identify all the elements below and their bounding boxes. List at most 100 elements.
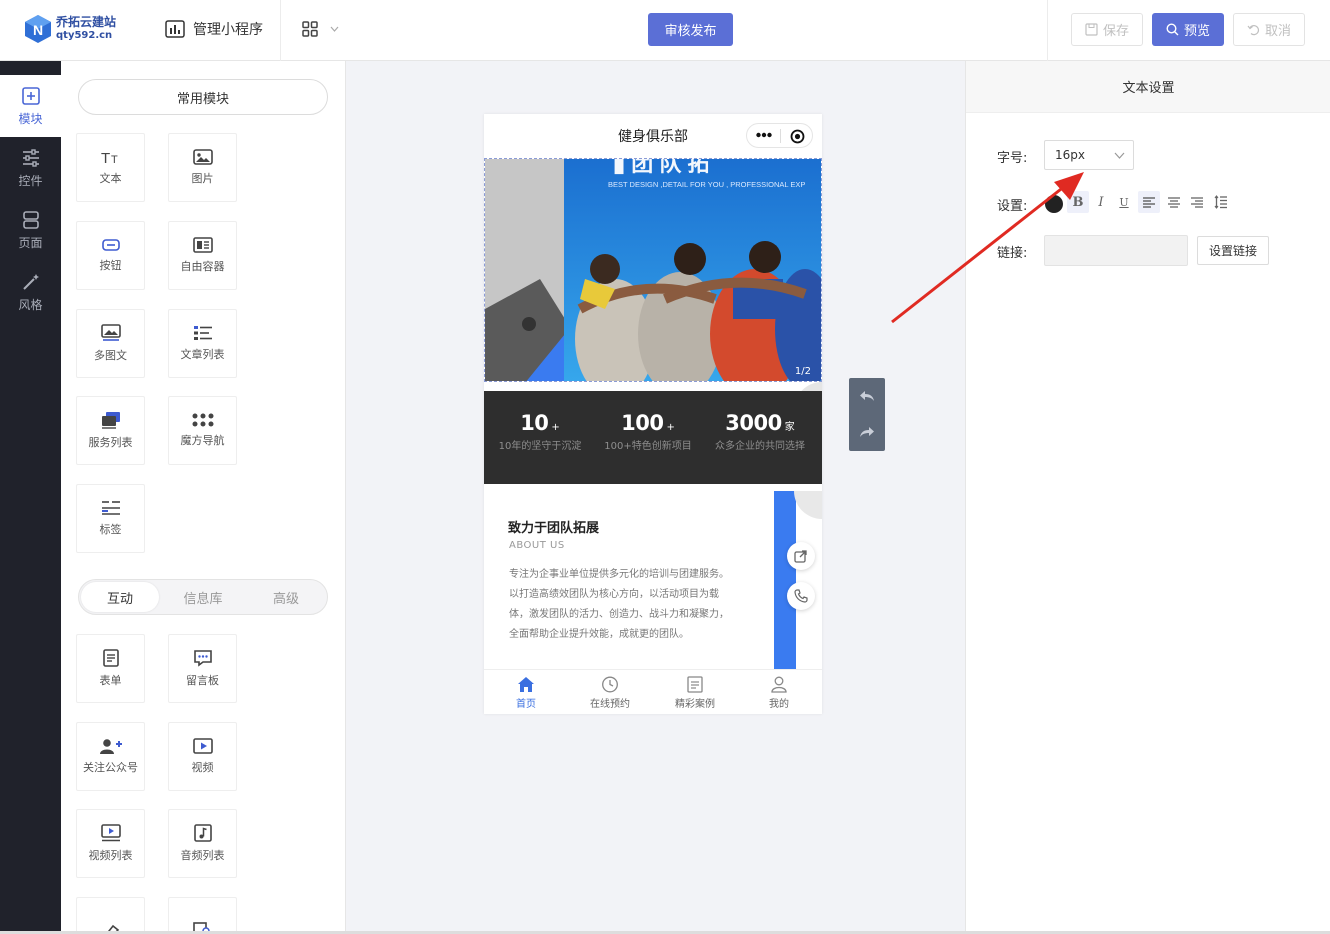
- module-multi-image-text[interactable]: 多图文: [76, 309, 145, 378]
- manage-mini-program-button[interactable]: 管理小程序: [165, 19, 263, 39]
- close-circle-icon: [790, 129, 805, 144]
- chevron-down-icon: [330, 26, 339, 32]
- module-category-tabs: 互动 信息库 高级: [78, 579, 328, 615]
- module-video[interactable]: 视频: [168, 722, 237, 791]
- module-partial-tile[interactable]: [168, 897, 237, 934]
- module-follow-account[interactable]: 关注公众号: [76, 722, 145, 791]
- about-line: 以打造高绩效团队为核心方向，以活动项目为载: [509, 589, 719, 600]
- top-bar: N 乔拓云建站 qty592.cn 管理小程序 审核发布 保存 预览 取消: [0, 0, 1330, 61]
- tab-online-booking[interactable]: 在线预约: [570, 676, 650, 710]
- drag-handle[interactable]: [794, 491, 822, 519]
- rail-item-controls[interactable]: 控件: [0, 137, 61, 199]
- module-audio-list[interactable]: 音频列表: [168, 809, 237, 878]
- module-label: 按钮: [99, 259, 122, 272]
- about-line: 专注为企事业单位提供多元化的培训与团建服务。: [509, 569, 729, 580]
- rail-item-modules[interactable]: 模块: [0, 75, 61, 137]
- module-service-list[interactable]: 服务列表: [76, 396, 145, 465]
- module-form[interactable]: 表单: [76, 634, 145, 703]
- user-icon: [771, 676, 787, 693]
- call-button[interactable]: [787, 582, 815, 610]
- module-video-list[interactable]: 视频列表: [76, 809, 145, 878]
- tab-advanced[interactable]: 高级: [247, 582, 325, 612]
- brand-domain: qty592.cn: [56, 30, 113, 41]
- tab-home[interactable]: 首页: [486, 676, 566, 710]
- article-list-icon: [193, 326, 212, 340]
- document-icon: [687, 676, 703, 693]
- module-tag[interactable]: 标签: [76, 484, 145, 553]
- undo-icon: [1247, 25, 1260, 36]
- module-label: 自由容器: [180, 260, 225, 273]
- search-icon: [1166, 23, 1179, 36]
- rail-item-style[interactable]: 风格: [0, 261, 61, 323]
- module-free-container[interactable]: 自由容器: [168, 221, 237, 290]
- capsule-divider: [780, 129, 781, 143]
- apps-menu-button[interactable]: [302, 21, 339, 37]
- svg-text:▮ 团 队 拓: ▮ 团 队 拓: [613, 159, 709, 176]
- module-cube-nav[interactable]: 魔方导航: [168, 396, 237, 465]
- tab-info-library[interactable]: 信息库: [164, 582, 242, 612]
- tag-icon: [101, 501, 120, 515]
- cancel-button[interactable]: 取消: [1233, 13, 1305, 46]
- module-image[interactable]: 图片: [168, 133, 237, 202]
- set-link-button[interactable]: 设置链接: [1197, 236, 1269, 265]
- preview-label: 预览: [1183, 24, 1210, 39]
- module-label: 魔方导航: [180, 434, 225, 447]
- underline-button[interactable]: U: [1113, 191, 1135, 213]
- rail-item-label: 风格: [18, 297, 43, 312]
- history-controls: [849, 378, 885, 451]
- line-height-button[interactable]: [1210, 191, 1232, 213]
- common-modules-header[interactable]: 常用模块: [78, 79, 328, 115]
- sliders-icon: [22, 148, 39, 167]
- module-panel: 常用模块 TT 文本 图片 按钮 自由容器 多图文 文章列表 服务列表 魔方导航…: [61, 61, 346, 934]
- module-partial-tile[interactable]: [76, 897, 145, 934]
- about-section[interactable]: 致力于团队拓展 ABOUT US 专注为企事业单位提供多元化的培训与团建服务。 …: [484, 491, 822, 669]
- preview-button[interactable]: 预览: [1152, 13, 1224, 46]
- form-icon: [102, 649, 119, 667]
- module-label: 图片: [191, 172, 214, 185]
- module-message-board[interactable]: 留言板: [168, 634, 237, 703]
- apps-grid-icon: [302, 21, 318, 37]
- svg-text:N: N: [33, 22, 43, 38]
- mini-program-capsule[interactable]: [746, 123, 813, 148]
- tab-cases[interactable]: 精彩案例: [655, 676, 735, 710]
- review-publish-button[interactable]: 审核发布: [648, 13, 733, 46]
- module-text[interactable]: TT 文本: [76, 133, 145, 202]
- align-center-button[interactable]: [1163, 191, 1185, 213]
- stat-number: 10: [520, 411, 549, 435]
- module-label: 音频列表: [180, 849, 225, 862]
- align-right-button[interactable]: [1186, 191, 1208, 213]
- audio-list-icon: [193, 824, 212, 842]
- stat-label: 10年的坚守于沉淀: [498, 441, 582, 452]
- save-icon: [1085, 23, 1098, 36]
- module-article-list[interactable]: 文章列表: [168, 309, 237, 378]
- phone-tab-bar: 首页 在线预约 精彩案例 我的: [484, 669, 822, 714]
- rail-item-label: 模块: [18, 111, 43, 126]
- stat-suffix: +: [551, 422, 560, 433]
- tab-label: 在线预约: [590, 699, 630, 710]
- stat-label: 众多企业的共同选择: [715, 441, 805, 452]
- module-label: 视频: [191, 761, 214, 774]
- multi-image-text-icon: [100, 324, 121, 341]
- plus-square-icon: [21, 86, 40, 105]
- stat-suffix: +: [666, 422, 675, 433]
- module-button[interactable]: 按钮: [76, 221, 145, 290]
- banner-carousel[interactable]: ▮ 团 队 拓 BEST DESIGN ,DETAIL FOR YOU , PR…: [484, 158, 822, 382]
- save-button[interactable]: 保存: [1071, 13, 1143, 46]
- tab-mine[interactable]: 我的: [739, 676, 819, 710]
- module-label: 服务列表: [88, 436, 133, 449]
- rail-item-pages[interactable]: 页面: [0, 199, 61, 261]
- pages-icon: [22, 210, 39, 229]
- module-label: 标签: [99, 523, 122, 536]
- stat-suffix: 家: [784, 422, 795, 433]
- svg-text:T: T: [111, 154, 118, 165]
- share-button[interactable]: [787, 542, 815, 570]
- tab-interactive[interactable]: 互动: [81, 582, 159, 612]
- banner-tagline: BEST DESIGN ,DETAIL FOR YOU , PROFESSION…: [608, 180, 805, 189]
- undo-button[interactable]: [849, 378, 885, 414]
- redo-button[interactable]: [849, 414, 885, 450]
- cancel-label: 取消: [1264, 24, 1291, 39]
- brand-logo[interactable]: N 乔拓云建站 qty592.cn: [24, 14, 116, 44]
- align-left-button[interactable]: [1138, 191, 1160, 213]
- about-title: 致力于团队拓展: [508, 521, 600, 536]
- rail-item-label: 页面: [18, 235, 43, 250]
